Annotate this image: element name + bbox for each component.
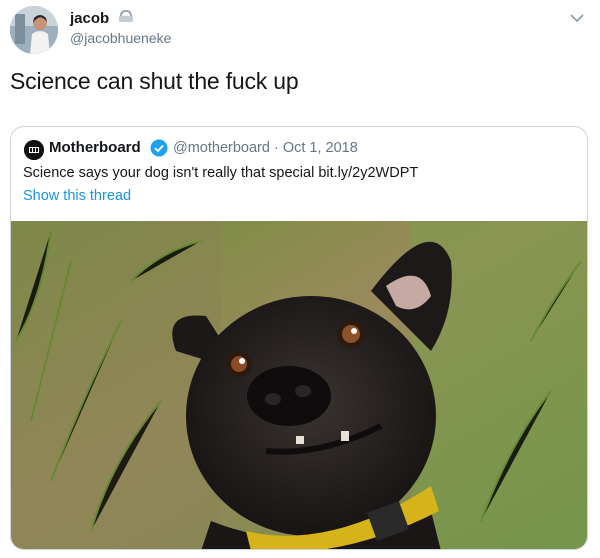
motherboard-logo-icon: [24, 140, 44, 160]
author-display-name[interactable]: jacob: [70, 10, 109, 27]
quoted-display-name[interactable]: Motherboard: [49, 139, 141, 156]
author-handle[interactable]: @jacobhueneke: [70, 30, 171, 46]
verified-badge-icon: [150, 139, 168, 157]
tweet-text: Science can shut the fuck up: [10, 68, 299, 94]
quoted-tweet-text: Science says your dog isn't really that …: [23, 165, 419, 181]
avatar-image: [10, 6, 58, 54]
quoted-tweet-card[interactable]: Motherboard @motherboard · Oct 1, 2018 S…: [10, 126, 588, 550]
quoted-tweet-image[interactable]: [11, 221, 587, 549]
quoted-meta[interactable]: @motherboard · Oct 1, 2018: [173, 140, 358, 156]
quoted-avatar[interactable]: [24, 140, 44, 160]
show-thread-link[interactable]: Show this thread: [23, 188, 131, 204]
lock-icon: [119, 9, 133, 22]
dog-photo: [11, 221, 587, 549]
author-avatar[interactable]: [10, 6, 58, 54]
chevron-down-icon[interactable]: [569, 12, 585, 24]
